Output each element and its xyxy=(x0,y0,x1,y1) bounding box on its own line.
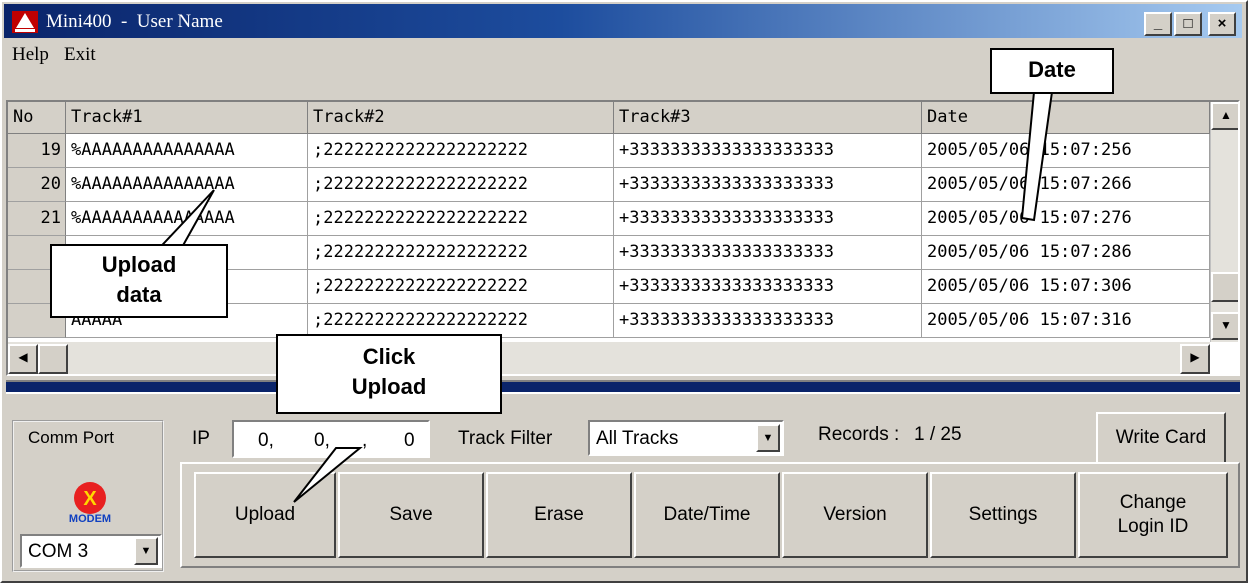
minimize-icon: _ xyxy=(1153,15,1163,32)
upload-data-line2: data xyxy=(116,282,162,307)
date-time-label: Date/Time xyxy=(663,504,751,525)
upload-button[interactable]: Upload xyxy=(194,472,336,558)
date-time-button[interactable]: Date/Time xyxy=(634,472,780,558)
table-cell-track-3[interactable]: +33333333333333333333 xyxy=(614,202,922,236)
scroll-left-icon[interactable]: ◀ xyxy=(8,344,38,374)
modem-icon: X MODEM xyxy=(69,482,111,525)
change-login-line1: Change xyxy=(1119,492,1187,513)
menu-exit[interactable]: Exit xyxy=(64,44,96,66)
click-upload-line2: Upload xyxy=(351,374,427,399)
ip-label: IP xyxy=(192,428,210,449)
table-cell-track-3[interactable]: +33333333333333333333 xyxy=(614,236,922,270)
change-login-line2: Login ID xyxy=(1117,516,1189,537)
table-cell-track-2[interactable]: ;22222222222222222222 xyxy=(308,270,614,304)
save-label: Save xyxy=(389,504,433,525)
upload-data-line1: Upload xyxy=(101,252,177,277)
table-cell-track-1[interactable]: %AAAAAAAAAAAAAAA xyxy=(66,134,308,168)
write-card-label: Write Card xyxy=(1115,427,1207,448)
window-title: Mini400 - User Name xyxy=(46,11,223,32)
scroll-hthumb[interactable] xyxy=(38,344,68,374)
svg-text:X: X xyxy=(83,488,97,510)
table-cell-date[interactable]: 2005/05/06 15:07:266 xyxy=(922,168,1210,202)
date-callout: Date xyxy=(990,48,1114,94)
erase-button[interactable]: Erase xyxy=(486,472,632,558)
ip-octet-3[interactable]: , xyxy=(362,430,367,452)
write-card-button[interactable]: Write Card xyxy=(1096,412,1226,464)
modem-icon-text: MODEM xyxy=(69,513,111,525)
ip-octet-4[interactable]: 0 xyxy=(404,430,415,452)
erase-label: Erase xyxy=(534,504,584,525)
ip-octet-2[interactable]: 0, xyxy=(314,430,330,452)
table-cell-track-3[interactable]: +33333333333333333333 xyxy=(614,270,922,304)
upload-label: Upload xyxy=(234,504,296,525)
menu-help[interactable]: Help xyxy=(12,44,49,66)
row-number-cell[interactable]: 21 xyxy=(8,202,66,236)
title-bar[interactable]: Mini400 - User Name _ □ × xyxy=(4,4,1242,38)
horizontal-scrollbar[interactable]: ◀ ▶ xyxy=(8,342,1210,374)
ip-octet-1[interactable]: 0, xyxy=(258,430,274,452)
table-cell-date[interactable]: 2005/05/06 15:07:316 xyxy=(922,304,1210,338)
table-cell-track-3[interactable]: +33333333333333333333 xyxy=(614,168,922,202)
table-cell-date[interactable]: 2005/05/06 15:07:276 xyxy=(922,202,1210,236)
settings-button[interactable]: Settings xyxy=(930,472,1076,558)
vertical-scrollbar[interactable]: ▲ ▼ xyxy=(1210,102,1238,342)
scroll-up-icon[interactable]: ▲ xyxy=(1211,102,1238,130)
save-button[interactable]: Save xyxy=(338,472,484,558)
records-grid[interactable]: No Track#1 Track#2 Track#3 Date 19 %AAAAAAAAAA… xyxy=(6,100,1240,376)
records-value: 1 / 25 xyxy=(914,424,962,445)
click-upload-line1: Click xyxy=(362,344,416,369)
column-header-track-1[interactable]: Track#1 xyxy=(66,102,308,134)
ip-address-field[interactable]: 0, 0, , 0 xyxy=(232,420,430,458)
settings-label: Settings xyxy=(968,504,1038,525)
table-cell-track-3[interactable]: +33333333333333333333 xyxy=(614,304,922,338)
splitter-bar[interactable] xyxy=(6,380,1240,394)
scroll-thumb[interactable] xyxy=(1211,272,1238,302)
table-cell-track-1[interactable]: %AAAAAAAAAAAAAAA xyxy=(66,168,308,202)
track-filter-value: All Tracks xyxy=(596,428,679,449)
version-label: Version xyxy=(823,504,887,525)
table-cell-track-2[interactable]: ;22222222222222222222 xyxy=(308,134,614,168)
column-header-track-2[interactable]: Track#2 xyxy=(308,102,614,134)
table-cell-track-2[interactable]: ;22222222222222222222 xyxy=(308,202,614,236)
comm-port-select[interactable]: COM 3 ▼ xyxy=(20,534,162,568)
records-label: Records : xyxy=(818,424,900,445)
column-header-track-3[interactable]: Track#3 xyxy=(614,102,922,134)
table-cell-date[interactable]: 2005/05/06 15:07:256 xyxy=(922,134,1210,168)
maximize-button[interactable]: □ xyxy=(1174,12,1202,36)
minimize-button[interactable]: _ xyxy=(1144,12,1172,36)
scroll-down-icon[interactable]: ▼ xyxy=(1211,312,1238,340)
chevron-down-icon[interactable]: ▼ xyxy=(134,537,158,565)
version-button[interactable]: Version xyxy=(782,472,928,558)
column-header-no[interactable]: No xyxy=(8,102,66,134)
app-sail-icon xyxy=(12,11,38,33)
column-header-date[interactable]: Date xyxy=(922,102,1210,134)
table-cell-track-2[interactable]: ;22222222222222222222 xyxy=(308,236,614,270)
table-cell-date[interactable]: 2005/05/06 15:07:306 xyxy=(922,270,1210,304)
chevron-down-icon[interactable]: ▼ xyxy=(756,424,780,452)
scroll-right-icon[interactable]: ▶ xyxy=(1180,344,1210,374)
row-number-cell[interactable]: 19 xyxy=(8,134,66,168)
table-cell-track-3[interactable]: +33333333333333333333 xyxy=(614,134,922,168)
comm-port-value: COM 3 xyxy=(28,541,89,562)
maximize-icon: □ xyxy=(1183,15,1193,32)
click-upload-callout: Click Upload xyxy=(276,334,502,414)
table-cell-track-2[interactable]: ;22222222222222222222 xyxy=(308,304,614,338)
track-filter-select[interactable]: All Tracks ▼ xyxy=(588,420,784,456)
comm-port-label: Comm Port xyxy=(24,428,118,448)
table-cell-track-1[interactable]: %AAAAAAAAAAAAAAA xyxy=(66,202,308,236)
close-button[interactable]: × xyxy=(1208,12,1236,36)
change-login-id-button[interactable]: Change Login ID xyxy=(1078,472,1228,558)
table-cell-date[interactable]: 2005/05/06 15:07:286 xyxy=(922,236,1210,270)
row-number-cell[interactable]: 20 xyxy=(8,168,66,202)
close-icon: × xyxy=(1217,15,1227,32)
date-callout-text: Date xyxy=(1028,57,1076,82)
upload-data-callout: Upload data xyxy=(50,244,228,318)
table-cell-track-2[interactable]: ;22222222222222222222 xyxy=(308,168,614,202)
track-filter-label: Track Filter xyxy=(458,428,553,449)
